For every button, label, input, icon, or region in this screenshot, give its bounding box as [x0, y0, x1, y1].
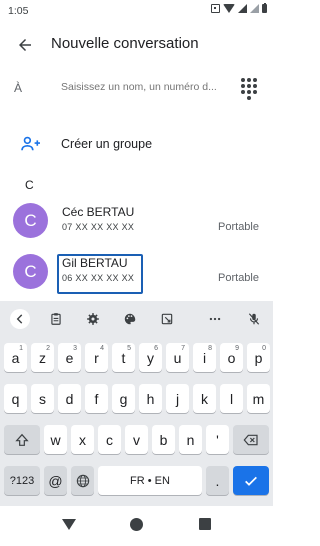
back-arrow-icon[interactable] [14, 34, 36, 56]
contact-item[interactable]: C Céc BERTAU 07 XX XX XX XX Portable [0, 199, 273, 243]
floating-keyboard-icon[interactable] [157, 309, 177, 329]
key-s[interactable]: s [31, 384, 54, 413]
key-w[interactable]: w [44, 425, 67, 454]
globe-icon [76, 474, 89, 487]
key-z[interactable]: z2 [31, 343, 54, 372]
enter-key[interactable] [233, 466, 269, 495]
contact-number: 06 XX XX XX XX [62, 273, 135, 283]
key-p[interactable]: p0 [247, 343, 270, 372]
key-u[interactable]: u7 [166, 343, 189, 372]
backspace-icon [243, 434, 258, 445]
key-r[interactable]: r4 [85, 343, 108, 372]
key-y[interactable]: y6 [139, 343, 162, 372]
key-q[interactable]: q [4, 384, 27, 413]
contact-number: 07 XX XX XX XX [62, 222, 135, 232]
symbols-key[interactable]: ?123 [4, 466, 40, 495]
key-apostrophe[interactable]: ' [206, 425, 229, 454]
key-g[interactable]: g [112, 384, 135, 413]
contact-item[interactable]: C Gil BERTAU 06 XX XX XX XX Portable [0, 250, 273, 294]
backspace-key[interactable] [233, 425, 269, 454]
signal-icon [238, 4, 247, 13]
key-l[interactable]: l [220, 384, 243, 413]
keyboard-toolbar [0, 301, 273, 337]
key-n[interactable]: n [179, 425, 202, 454]
key-f[interactable]: f [85, 384, 108, 413]
mic-off-icon[interactable] [244, 309, 264, 329]
recipient-row: À [0, 72, 273, 106]
notification-icon [211, 4, 220, 13]
contact-name: Gil BERTAU [62, 256, 128, 270]
more-icon[interactable] [205, 309, 225, 329]
key-j[interactable]: j [166, 384, 189, 413]
nav-home-icon[interactable] [130, 518, 143, 531]
space-key[interactable]: FR • EN [98, 466, 202, 495]
recipient-input[interactable] [61, 81, 229, 93]
at-key[interactable]: @ [44, 466, 67, 495]
key-m[interactable]: m [247, 384, 270, 413]
to-label: À [14, 81, 23, 95]
keyboard-row-1: a1 z2 e3 r4 t5 y6 u7 i8 o9 p0 [0, 343, 273, 375]
contact-type: Portable [218, 221, 259, 233]
system-nav-bar [0, 506, 273, 546]
period-key[interactable]: . [206, 466, 229, 495]
key-e[interactable]: e3 [58, 343, 81, 372]
gear-icon[interactable] [83, 309, 103, 329]
check-icon [245, 476, 257, 486]
palette-icon[interactable] [120, 309, 140, 329]
keyboard-row-2: q s d f g h j k l m [0, 384, 273, 416]
dialpad-icon[interactable] [241, 78, 257, 100]
app-bar: Nouvelle conversation [0, 26, 273, 62]
key-b[interactable]: b [152, 425, 175, 454]
language-key[interactable] [71, 466, 94, 495]
shift-icon [15, 433, 29, 446]
wifi-icon [223, 4, 235, 13]
create-group-label: Créer un groupe [61, 137, 153, 151]
keyboard-row-4: ?123 @ FR • EN . [0, 466, 273, 498]
keyboard: a1 z2 e3 r4 t5 y6 u7 i8 o9 p0 q s d f g … [0, 301, 273, 506]
battery-icon [262, 2, 267, 13]
key-v[interactable]: v [125, 425, 148, 454]
contact-name: Céc BERTAU [62, 205, 135, 219]
page-title: Nouvelle conversation [51, 35, 199, 52]
avatar: C [13, 254, 48, 289]
keyboard-row-3: w x c v b n ' [0, 425, 273, 457]
add-group-icon [21, 136, 40, 151]
status-icons [211, 2, 267, 13]
clipboard-icon[interactable] [46, 309, 66, 329]
key-i[interactable]: i8 [193, 343, 216, 372]
section-letter: C [25, 178, 34, 192]
key-a[interactable]: a1 [4, 343, 27, 372]
key-t[interactable]: t5 [112, 343, 135, 372]
nav-recents-icon[interactable] [199, 518, 211, 530]
avatar: C [13, 203, 48, 238]
nav-back-icon[interactable] [62, 519, 76, 530]
key-o[interactable]: o9 [220, 343, 243, 372]
status-bar: 1:05 [0, 0, 273, 22]
key-k[interactable]: k [193, 384, 216, 413]
chevron-left-icon[interactable] [10, 309, 30, 329]
status-time: 1:05 [8, 5, 29, 17]
contact-type: Portable [218, 272, 259, 284]
shift-key[interactable] [4, 425, 40, 454]
key-x[interactable]: x [71, 425, 94, 454]
key-d[interactable]: d [58, 384, 81, 413]
create-group-button[interactable]: Créer un groupe [0, 131, 273, 159]
signal-2-icon [250, 4, 259, 13]
key-h[interactable]: h [139, 384, 162, 413]
key-c[interactable]: c [98, 425, 121, 454]
